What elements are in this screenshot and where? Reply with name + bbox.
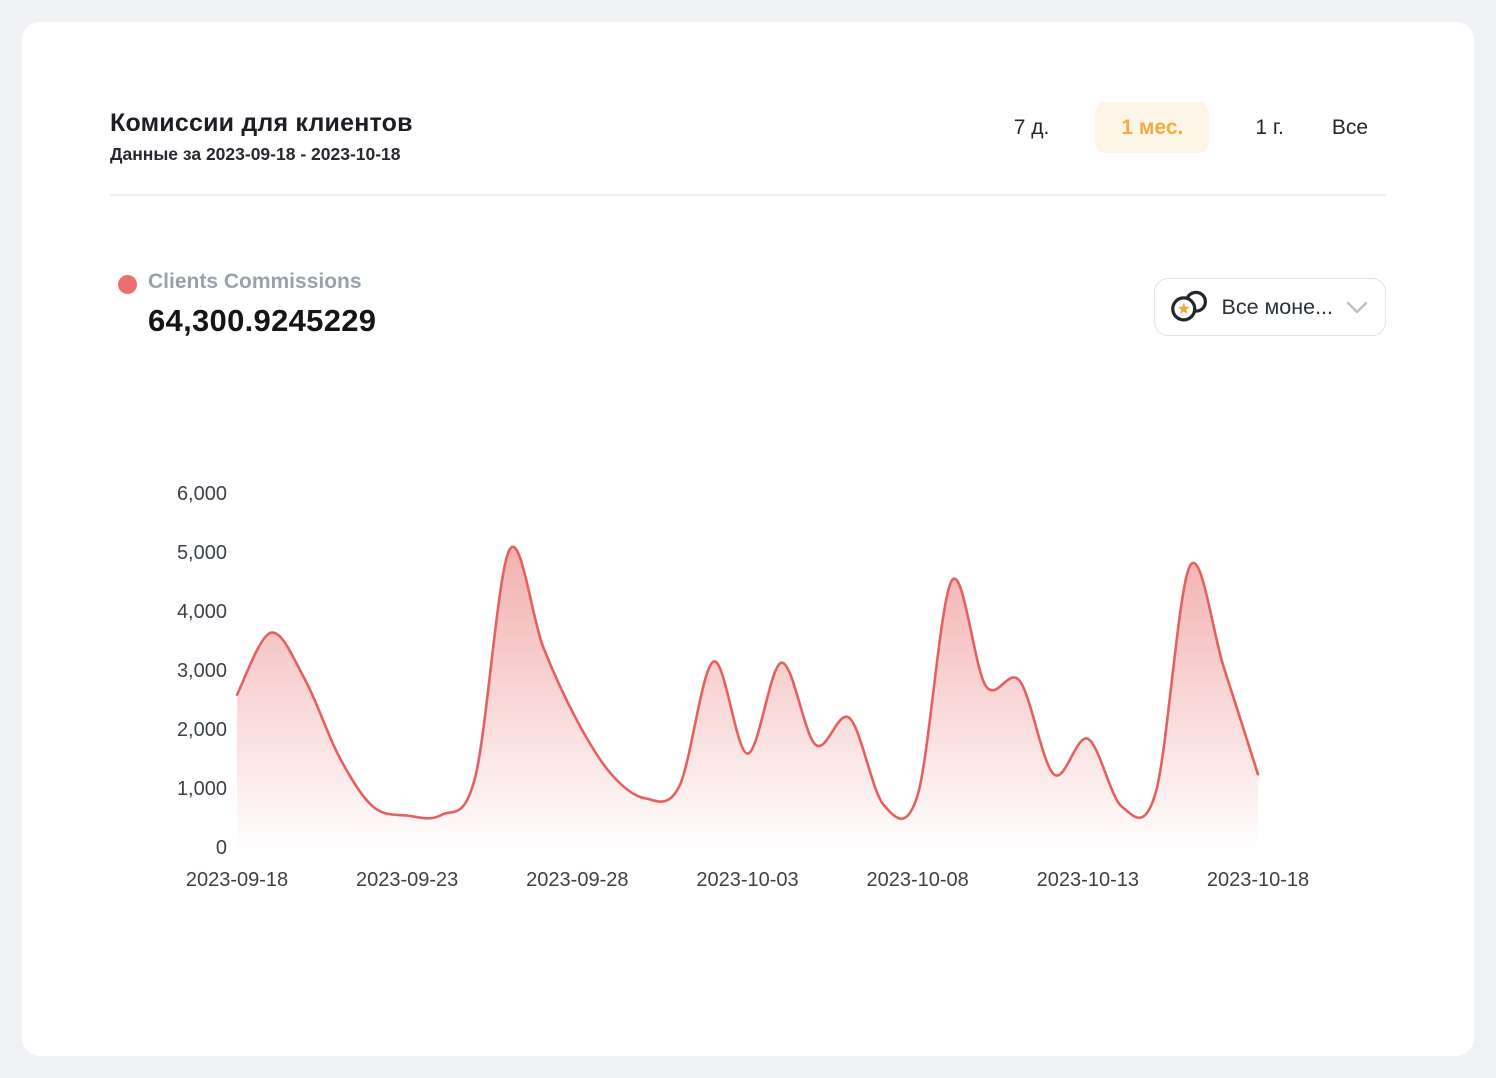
- x-axis-tick: 2023-10-18: [1173, 868, 1343, 892]
- legend-dot: [118, 275, 137, 294]
- commissions-card: Комиссии для клиентов Данные за 2023-09-…: [22, 22, 1474, 1056]
- chevron-down-icon: [1346, 301, 1368, 314]
- range-tab-7d[interactable]: 7 д.: [1012, 104, 1052, 151]
- page-title: Комиссии для клиентов: [110, 109, 413, 138]
- legend-series-label: Clients Commissions: [148, 270, 362, 294]
- y-axis-tick: 4,000: [132, 600, 227, 624]
- x-axis-tick: 2023-10-03: [663, 868, 833, 892]
- commissions-total-value: 64,300.9245229: [148, 303, 376, 339]
- coins-icon: [1170, 290, 1208, 324]
- x-axis-tick: 2023-09-28: [492, 868, 662, 892]
- y-axis-tick: 0: [132, 836, 227, 860]
- x-axis-tick: 2023-09-18: [152, 868, 322, 892]
- header-divider: [110, 194, 1386, 196]
- range-tab-1mo[interactable]: 1 мес.: [1095, 102, 1209, 153]
- y-axis-tick: 1,000: [132, 777, 227, 801]
- range-tab-all[interactable]: Все: [1330, 104, 1370, 151]
- y-axis-tick: 6,000: [132, 482, 227, 506]
- commissions-area-chart: [237, 494, 1258, 848]
- x-axis-tick: 2023-10-13: [1003, 868, 1173, 892]
- y-axis-tick: 2,000: [132, 718, 227, 742]
- x-axis-tick: 2023-09-23: [322, 868, 492, 892]
- coin-filter-label: Все моне...: [1221, 295, 1333, 320]
- coin-filter-dropdown[interactable]: Все моне...: [1154, 278, 1386, 336]
- date-range-subtitle: Данные за 2023-09-18 - 2023-10-18: [110, 144, 401, 165]
- y-axis-tick: 3,000: [132, 659, 227, 683]
- area-fill: [237, 547, 1258, 848]
- y-axis-tick: 5,000: [132, 541, 227, 565]
- range-tab-1y[interactable]: 1 г.: [1253, 104, 1285, 151]
- range-tabs: 7 д. 1 мес. 1 г. Все: [1012, 102, 1370, 153]
- x-axis-tick: 2023-10-08: [833, 868, 1003, 892]
